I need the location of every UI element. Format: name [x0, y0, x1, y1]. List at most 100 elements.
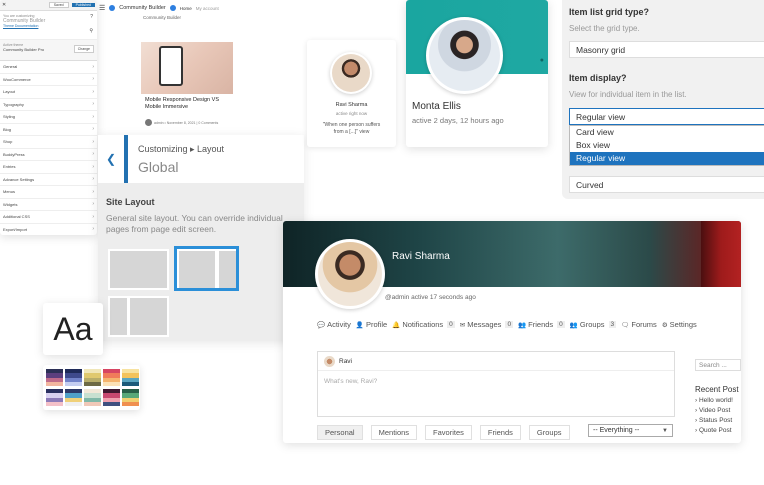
tab-profile[interactable]: 👤 Profile: [356, 320, 387, 329]
customizer-menu-item[interactable]: Advance Settings ›: [0, 174, 97, 186]
avatar[interactable]: [332, 54, 370, 92]
filter-favorites[interactable]: Favorites: [425, 425, 472, 440]
customizer-menu-item[interactable]: BuddyPress ›: [0, 149, 97, 161]
color-palette-swatch[interactable]: [84, 369, 101, 386]
tab-activity[interactable]: 💬 Activity: [317, 320, 351, 329]
search-input[interactable]: Search ...: [695, 359, 741, 371]
filter-groups[interactable]: Groups: [528, 425, 570, 440]
item-display-label: Item display?: [569, 73, 627, 83]
color-palette-swatch[interactable]: [103, 369, 120, 386]
preview-brand: Community Builder: [119, 5, 166, 11]
tab-messages[interactable]: ✉ Messages 0: [460, 320, 514, 329]
nav-my-account[interactable]: My account: [196, 6, 219, 11]
filter-friends[interactable]: Friends: [479, 425, 521, 440]
chevron-right-icon: ›: [92, 188, 94, 195]
display-option[interactable]: Regular view: [570, 152, 764, 165]
customizer-menu-item[interactable]: Layout ›: [0, 86, 97, 99]
composer-header: Ravi: [318, 352, 674, 371]
color-palette-swatch[interactable]: [122, 389, 139, 406]
nav-home[interactable]: Home: [180, 6, 192, 11]
menu-item-label: Advance Settings: [3, 176, 35, 182]
tab-label: Forums: [631, 320, 657, 329]
close-icon[interactable]: ✕: [2, 2, 6, 8]
color-palette-swatch[interactable]: [84, 389, 101, 406]
member-name[interactable]: Ravi Sharma: [307, 102, 396, 108]
activity-scope-select[interactable]: -- Everything -- ▼: [588, 424, 673, 437]
customizer-menu-item[interactable]: Menus ›: [0, 186, 97, 199]
menu-item-label: Additional CSS: [3, 214, 30, 220]
recent-post-link[interactable]: › Video Post: [695, 407, 741, 414]
customizer-menu-item[interactable]: WooCommerce ›: [0, 74, 97, 86]
color-palette-swatch[interactable]: [46, 369, 63, 386]
home-icon: [169, 5, 176, 11]
filter-personal[interactable]: Personal: [317, 425, 363, 440]
layout-option-right-sidebar[interactable]: [174, 246, 239, 291]
customizer-menu-item[interactable]: Export/Import ›: [0, 224, 97, 236]
tab-count-badge: 0: [447, 321, 455, 328]
menu-item-label: Blog: [3, 126, 12, 132]
avatar[interactable]: [429, 20, 500, 91]
tab-friends[interactable]: 👥 Friends 0: [518, 320, 565, 329]
layout-option-full[interactable]: [108, 249, 169, 290]
item-display-select[interactable]: Regular view: [569, 108, 764, 125]
tab-settings[interactable]: ⚙ Settings: [662, 320, 697, 329]
post-title[interactable]: Mobile Responsive Design VS Mobile Immer…: [145, 97, 233, 111]
member-quote: "When one person suffers from a [...]" v…: [322, 122, 381, 135]
customize-layout-panel: ❮ Customizing ▸ Layout Global Site Layou…: [98, 135, 304, 341]
recent-post-link[interactable]: › Hello world!: [695, 397, 741, 404]
chevron-right-icon: ›: [92, 113, 94, 120]
recent-post-link[interactable]: › Quote Post: [695, 427, 741, 434]
color-palette-swatch[interactable]: [46, 389, 63, 406]
chevron-right-icon: ›: [92, 163, 94, 170]
customizer-menu-item[interactable]: Shop ›: [0, 136, 97, 149]
theme-docs-link[interactable]: Theme Documentation: [3, 24, 94, 28]
profile-handle: @admin: [385, 294, 410, 301]
change-theme-button[interactable]: Change: [73, 45, 94, 53]
member-name[interactable]: Monta Ellis: [412, 101, 461, 112]
member-card-monta[interactable]: ● Monta Ellis active 2 days, 12 hours ag…: [406, 0, 548, 147]
search-icon[interactable]: ⚲: [89, 28, 93, 34]
customizer-menu-item[interactable]: Blog ›: [0, 124, 97, 136]
more-icon[interactable]: ●: [540, 57, 544, 64]
help-icon[interactable]: ?: [90, 14, 93, 20]
back-chevron-icon[interactable]: ❮: [98, 135, 128, 183]
customizer-menu-item[interactable]: Typography ›: [0, 99, 97, 111]
activity-composer[interactable]: Ravi What's new, Ravi?: [317, 351, 675, 417]
display-option[interactable]: Box view: [570, 139, 764, 152]
filter-mentions[interactable]: Mentions: [370, 425, 418, 440]
scope-value: -- Everything --: [593, 427, 640, 434]
preview-navbar: ☰ Community Builder Home My account: [97, 0, 236, 12]
color-palette-swatch[interactable]: [65, 389, 82, 406]
tab-groups[interactable]: 👥 Groups 3: [570, 320, 617, 329]
member-card-ravi[interactable]: Ravi Sharma active right now "When one p…: [307, 40, 396, 147]
grid-type-select[interactable]: Masonry grid: [569, 41, 764, 58]
publish-button[interactable]: Published: [71, 3, 95, 7]
tab-notifications[interactable]: 🔔 Notifications 0: [392, 320, 455, 329]
menu-item-label: Export/Import: [3, 226, 28, 232]
shape-select[interactable]: Curved: [569, 176, 764, 193]
customizer-menu-item[interactable]: Widgets ›: [0, 199, 97, 211]
profile-avatar[interactable]: [318, 242, 382, 306]
customizer-topbar: ✕ Saved Published: [0, 0, 97, 11]
customizer-menu-item[interactable]: Entries ›: [0, 161, 97, 174]
color-palette-swatch[interactable]: [65, 369, 82, 386]
tab-forums[interactable]: 🗨 Forums: [621, 320, 657, 329]
color-palette-swatch[interactable]: [122, 369, 139, 386]
panel-title: Global: [138, 159, 179, 175]
saved-button[interactable]: Saved: [48, 2, 69, 8]
customizer-menu-item[interactable]: General ›: [0, 61, 97, 74]
section-description: General site layout. You can override in…: [106, 213, 283, 234]
customizer-menu-item[interactable]: Styling ›: [0, 111, 97, 124]
display-option[interactable]: Card view: [570, 126, 764, 139]
profile-sidebar: Search ... Recent Post › Hello world! › V…: [695, 359, 741, 434]
whats-new-input[interactable]: What's new, Ravi?: [318, 371, 674, 392]
layout-option-left-sidebar[interactable]: [108, 296, 169, 337]
tab-label: Profile: [365, 320, 388, 329]
hamburger-icon[interactable]: ☰: [99, 4, 105, 12]
customizer-menu-item[interactable]: Additional CSS ›: [0, 211, 97, 224]
activity-icon: 💬: [317, 321, 326, 329]
menu-item-label: Entries: [3, 164, 16, 170]
post-thumbnail[interactable]: [141, 42, 233, 94]
color-palette-swatch[interactable]: [103, 389, 120, 406]
recent-post-link[interactable]: › Status Post: [695, 417, 741, 424]
